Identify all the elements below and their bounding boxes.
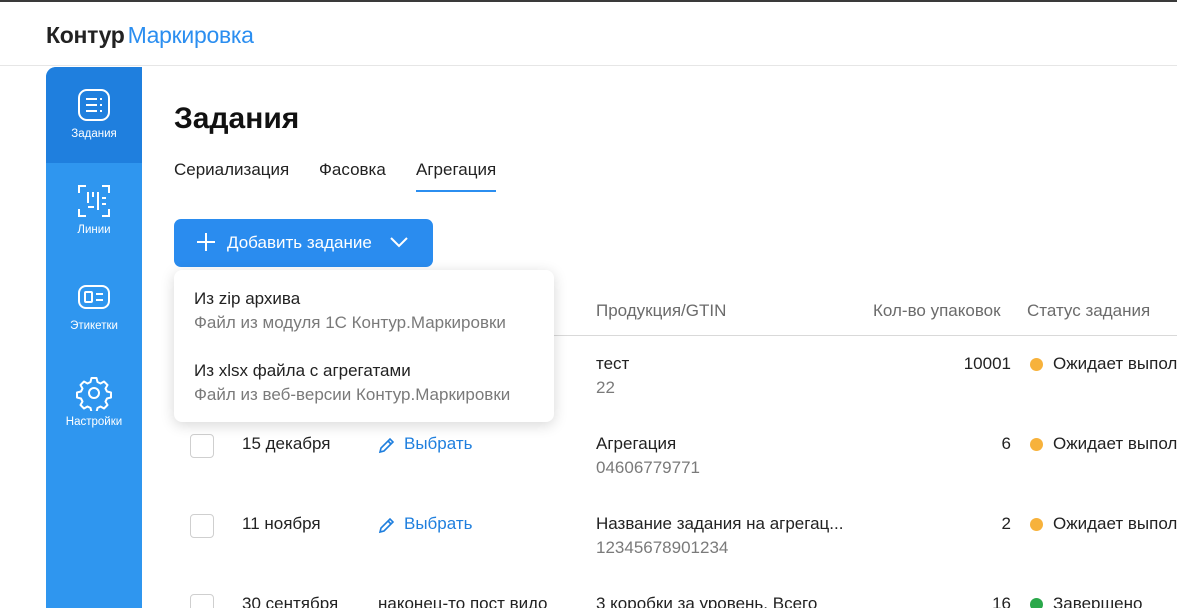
- row-product: Название задания на агрегац...: [596, 514, 844, 533]
- sidebar-item-label: Задания: [71, 128, 117, 140]
- row-count: 6: [1001, 434, 1011, 453]
- select-name-link[interactable]: Выбрать: [378, 514, 488, 536]
- select-name-link[interactable]: Выбрать: [378, 434, 488, 456]
- column-header-count[interactable]: Кол-во упаковок: [873, 301, 1001, 321]
- add-task-button[interactable]: Добавить задание: [174, 219, 433, 267]
- tasks-icon: [78, 89, 110, 121]
- row-checkbox[interactable]: [190, 514, 214, 538]
- row-date: 15 декабря: [242, 434, 331, 453]
- row-count: 10001: [963, 354, 1011, 373]
- menu-item-description: Файл из модуля 1С Контур.Маркировки: [194, 313, 506, 332]
- sidebar-item-label: Линии: [77, 224, 111, 236]
- row-name: наконец-то пост видо: [378, 594, 548, 608]
- column-header-product[interactable]: Продукция/GTIN: [596, 301, 726, 321]
- page-title: Задания: [174, 102, 300, 135]
- status-dot-waiting: [1030, 438, 1043, 451]
- menu-item-xlsx[interactable]: Из xlsx файла с агрегатами Файл из веб-в…: [194, 361, 510, 405]
- status-badge: Ожидает выпол: [1053, 514, 1177, 533]
- sidebar-item-label: Настройки: [65, 416, 123, 428]
- status-dot-waiting: [1030, 518, 1043, 531]
- select-label: Выбрать: [404, 514, 473, 533]
- menu-item-zip[interactable]: Из zip архива Файл из модуля 1С Контур.М…: [194, 289, 506, 333]
- sidebar-item-labels[interactable]: Этикетки: [46, 259, 142, 355]
- row-gtin: 04606779771: [596, 458, 701, 477]
- sidebar-item-tasks[interactable]: Задания: [46, 67, 142, 163]
- logo-product: Маркировка: [127, 22, 254, 48]
- status-badge: Ожидает выпол: [1053, 354, 1177, 373]
- status-badge: Завершено: [1053, 594, 1143, 608]
- pencil-icon: [378, 437, 395, 454]
- logo[interactable]: Контур Маркировка: [46, 22, 254, 49]
- status-badge: Ожидает выпол: [1053, 434, 1177, 453]
- lines-icon: [78, 185, 110, 217]
- sidebar-item-label: Этикетки: [70, 320, 118, 332]
- row-checkbox[interactable]: [190, 594, 214, 608]
- logo-brand: Контур: [46, 22, 125, 48]
- sidebar: Задания Линии Этикетки Настройки: [46, 67, 142, 608]
- row-count: 2: [1001, 514, 1011, 533]
- row-product: тест: [596, 354, 630, 373]
- status-dot-done: [1030, 598, 1043, 608]
- row-date: 11 ноября: [242, 514, 321, 533]
- gear-icon: [76, 377, 112, 411]
- add-task-label: Добавить задание: [227, 233, 372, 252]
- menu-item-description: Файл из веб-версии Контур.Маркировки: [194, 385, 511, 404]
- tab-packing[interactable]: Фасовка: [319, 160, 386, 180]
- menu-item-title: Из xlsx файла с агрегатами: [194, 361, 411, 380]
- row-gtin: 22: [596, 378, 615, 397]
- add-task-dropdown: Из zip архива Файл из модуля 1С Контур.М…: [174, 270, 554, 422]
- column-header-status[interactable]: Статус задания: [1027, 301, 1150, 321]
- status-dot-waiting: [1030, 358, 1043, 371]
- row-gtin: 12345678901234: [596, 538, 729, 557]
- row-count: 16: [992, 594, 1011, 608]
- pencil-icon: [378, 517, 395, 534]
- plus-icon: [197, 233, 215, 251]
- select-label: Выбрать: [404, 434, 473, 453]
- chevron-down-icon: [390, 237, 408, 248]
- row-product: Агрегация: [596, 434, 677, 453]
- tab-serialization[interactable]: Сериализация: [174, 160, 289, 180]
- app-header: Контур Маркировка: [0, 2, 1177, 66]
- row-checkbox[interactable]: [190, 434, 214, 458]
- tab-aggregation[interactable]: Агрегация: [416, 160, 497, 192]
- row-date: 30 сентября: [242, 594, 339, 608]
- sidebar-item-settings[interactable]: Настройки: [46, 355, 142, 451]
- sidebar-item-lines[interactable]: Линии: [46, 163, 142, 259]
- label-icon: [78, 285, 110, 309]
- menu-item-title: Из zip архива: [194, 289, 301, 308]
- row-product: 3 коробки за уровень. Всего: [596, 594, 818, 608]
